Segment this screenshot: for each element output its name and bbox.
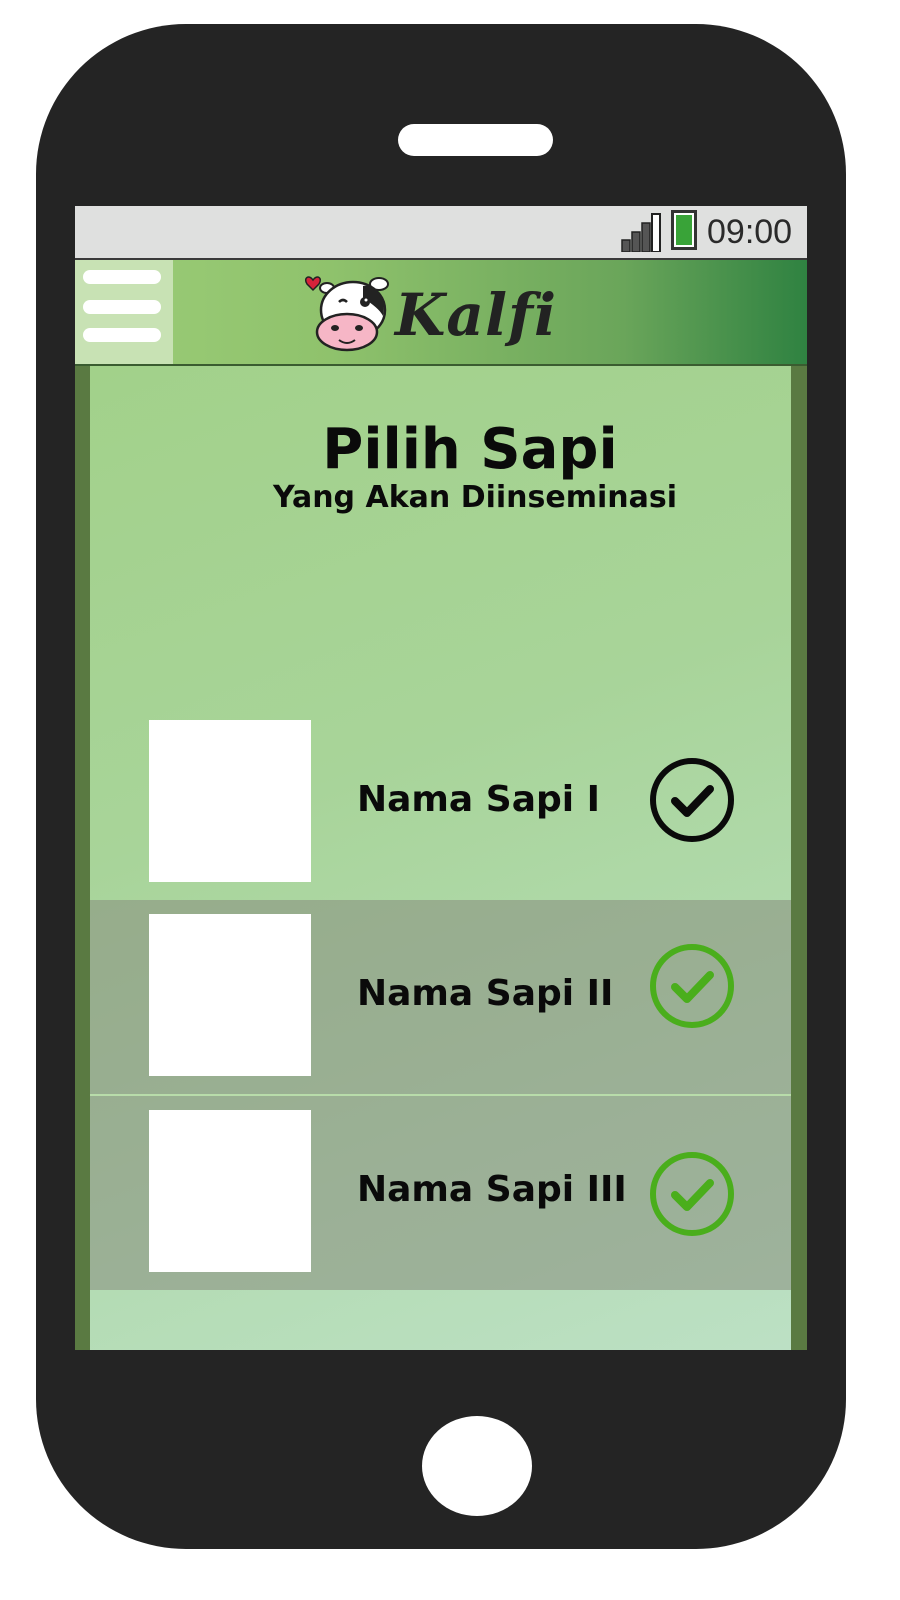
hamburger-menu-icon <box>83 270 161 284</box>
cow-list-item[interactable]: Nama Sapi I <box>90 706 791 900</box>
cow-photo-placeholder <box>149 720 311 882</box>
app-logo: Kalfi <box>303 268 573 358</box>
battery-icon <box>671 210 697 250</box>
page-subtitle: Yang Akan Diinseminasi <box>272 480 678 515</box>
cow-photo-placeholder <box>149 914 311 1076</box>
page-title: Pilih Sapi <box>322 417 618 482</box>
signal-bars-icon <box>621 213 661 252</box>
check-circle-icon[interactable] <box>648 1150 736 1238</box>
cow-photo-placeholder <box>149 1110 311 1272</box>
phone-screen: 09:00 Kalfi Pilih Sapi Yang Akan Diinsem… <box>75 206 807 1350</box>
cow-list-item[interactable]: Nama Sapi III <box>90 1094 791 1290</box>
cow-head-icon <box>304 276 389 352</box>
cow-selection-panel: Pilih Sapi Yang Akan Diinseminasi Nama S… <box>90 366 791 1350</box>
check-circle-icon[interactable] <box>648 942 736 1030</box>
cow-name: Nama Sapi III <box>357 1169 627 1210</box>
status-bar: 09:00 <box>75 206 807 260</box>
home-button[interactable] <box>422 1416 532 1516</box>
app-bar: Kalfi <box>75 260 807 366</box>
app-logo-text: Kalfi <box>395 281 558 349</box>
hamburger-menu-button[interactable] <box>75 260 173 364</box>
check-circle-icon[interactable] <box>648 756 736 844</box>
phone-speaker <box>398 124 553 156</box>
cow-list-item[interactable]: Nama Sapi II <box>90 900 791 1094</box>
status-clock: 09:00 <box>707 213 793 251</box>
cow-name: Nama Sapi II <box>357 973 614 1014</box>
cow-name: Nama Sapi I <box>357 779 601 820</box>
